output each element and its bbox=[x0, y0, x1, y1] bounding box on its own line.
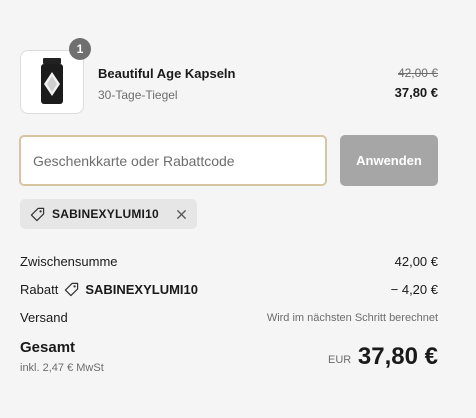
quantity-badge: 1 bbox=[69, 38, 91, 60]
shipping-value: Wird im nächsten Schritt berechnet bbox=[266, 312, 438, 324]
applied-discount-code: SABINEXYLUMI10 bbox=[52, 207, 159, 221]
discount-code: SABINEXYLUMI10 bbox=[85, 282, 199, 297]
discount-row: Rabatt SABINEXYLUMI10 − 4,20 € bbox=[20, 280, 438, 300]
product-name: Beautiful Age Kapseln bbox=[98, 66, 236, 81]
product-price: 37,80 € bbox=[394, 85, 438, 100]
discount-label-group: Rabatt SABINEXYLUMI10 bbox=[20, 282, 198, 297]
shipping-label: Versand bbox=[20, 310, 68, 325]
shipping-row: Versand Wird im nächsten Schritt berechn… bbox=[20, 308, 438, 328]
discount-code-input[interactable] bbox=[19, 135, 327, 186]
product-variant: 30-Tage-Tiegel bbox=[98, 88, 178, 102]
original-price: 42,00 € bbox=[397, 66, 438, 80]
product-jar-icon bbox=[41, 58, 63, 104]
discount-label: Rabatt bbox=[20, 282, 59, 297]
applied-discount-tag: SABINEXYLUMI10 bbox=[20, 199, 197, 229]
tag-icon bbox=[30, 207, 45, 221]
tag-icon bbox=[65, 282, 79, 297]
subtotal-row: Zwischensumme 42,00 € bbox=[20, 252, 438, 272]
total-amount: 37,80 € bbox=[357, 343, 438, 370]
subtotal-label: Zwischensumme bbox=[20, 254, 118, 269]
close-icon[interactable] bbox=[176, 209, 187, 220]
product-thumbnail bbox=[20, 50, 84, 114]
apply-discount-button[interactable]: Anwenden bbox=[340, 135, 438, 186]
discount-value: − 4,20 € bbox=[390, 282, 438, 297]
tax-note: inkl. 2,47 € MwSt bbox=[20, 362, 104, 374]
line-item: 1 Beautiful Age Kapseln 30-Tage-Tiegel 4… bbox=[20, 38, 438, 114]
total-label: Gesamt bbox=[20, 339, 76, 356]
subtotal-value: 42,00 € bbox=[394, 254, 438, 269]
currency-code: EUR bbox=[328, 354, 352, 366]
